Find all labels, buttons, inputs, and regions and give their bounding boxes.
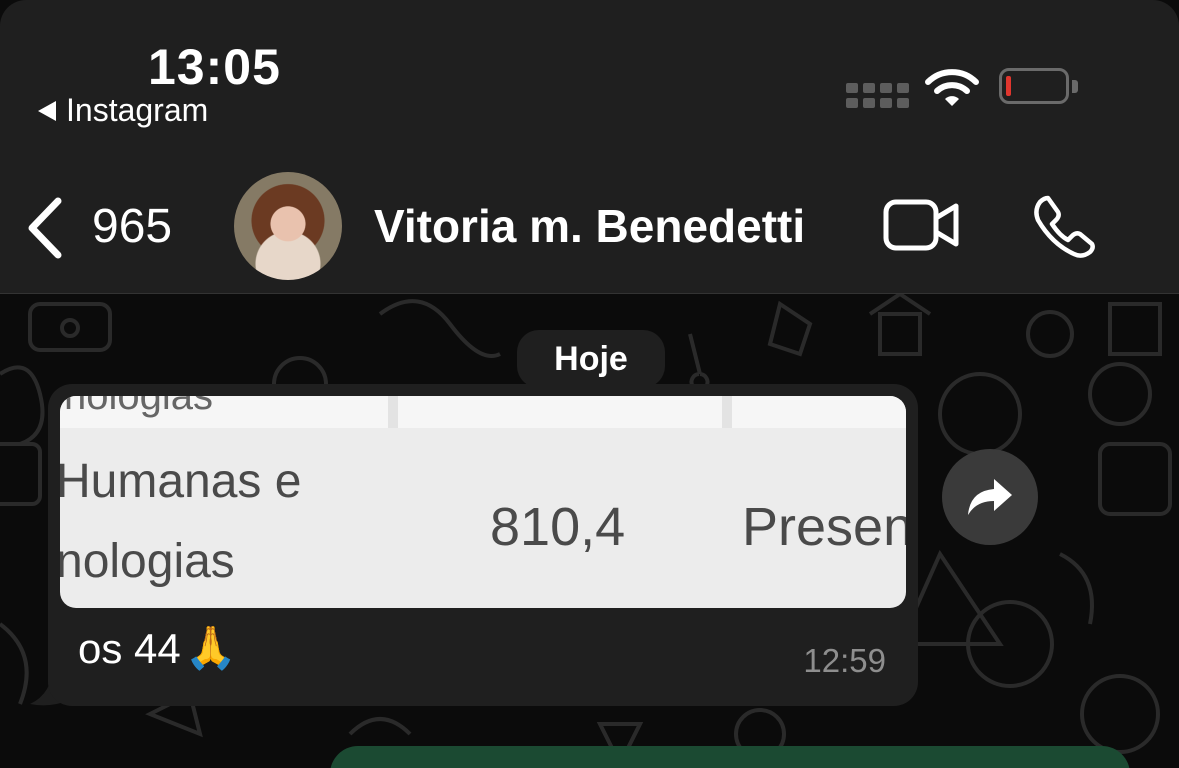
message-caption: os 44 🙏 (78, 624, 237, 673)
video-camera-icon[interactable] (882, 198, 962, 252)
back-app-label: Instagram (66, 92, 209, 128)
unread-count[interactable]: 965 (92, 199, 172, 254)
forward-button[interactable] (942, 449, 1038, 545)
praying-hands-emoji: 🙏 (184, 624, 238, 671)
image-text-area-line2: nologias (60, 535, 235, 588)
back-to-app-link[interactable]: Instagram (38, 92, 208, 129)
day-separator: Hoje (517, 330, 665, 388)
top-bar: 13:05 Instagram 965 Vitoria m. Benedetti (0, 0, 1179, 294)
avatar[interactable] (234, 172, 342, 280)
image-text-area-line1: Humanas e (60, 455, 302, 508)
chevron-left-icon[interactable] (24, 197, 64, 259)
outgoing-message-bubble[interactable] (330, 746, 1130, 768)
image-text-score: 810,4 (490, 497, 626, 557)
battery-icon (999, 68, 1078, 104)
phone-icon[interactable] (1030, 192, 1098, 260)
incoming-message-bubble[interactable]: nologias Humanas e nologias 810,4 Presen… (48, 384, 918, 706)
status-time: 13:05 (148, 39, 281, 95)
contact-name[interactable]: Vitoria m. Benedetti (374, 199, 805, 253)
image-text-status: Presen (742, 497, 906, 557)
chat-area[interactable]: Hoje nologias Humanas e nologias 810,4 P… (0, 294, 1179, 768)
wifi-icon (925, 69, 979, 106)
back-triangle-icon (38, 100, 56, 121)
image-attachment[interactable]: nologias Humanas e nologias 810,4 Presen (60, 396, 906, 608)
battery-level (1006, 76, 1011, 96)
message-timestamp: 12:59 (803, 642, 886, 679)
forward-arrow-icon (968, 479, 1012, 515)
image-text-cut-top: nologias (64, 396, 214, 418)
message-text: os 44 (78, 624, 181, 672)
cellular-signal-icon (846, 83, 909, 108)
